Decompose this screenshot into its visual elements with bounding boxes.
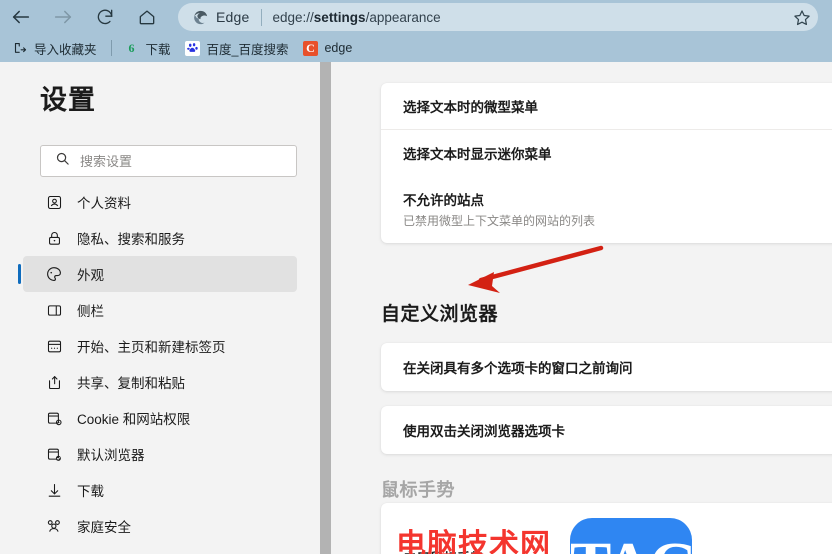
- sidebar-item-appearance[interactable]: 外观: [18, 256, 297, 292]
- sidebar-item-label: 隐私、搜索和服务: [77, 232, 185, 247]
- c-square-icon: C: [302, 40, 318, 56]
- search-input[interactable]: [80, 153, 270, 169]
- bookmark-baidu[interactable]: 百度_百度搜索: [179, 37, 295, 59]
- page-title: 设置: [40, 85, 96, 115]
- download-badge-number: 6: [128, 40, 135, 55]
- sidebar-item-sidebar[interactable]: 侧栏: [23, 292, 297, 328]
- settings-sidebar: 设置 搜索设置 个人资料 隐私、搜索和服务 外观 侧栏 开始、主页和新建标签页 …: [0, 62, 320, 554]
- back-button[interactable]: [0, 0, 42, 34]
- bookmark-label: edge: [324, 41, 353, 55]
- baidu-icon: [185, 40, 201, 56]
- address-separator: [260, 8, 262, 26]
- card-double-click-close-tab: 使用双击关闭浏览器选项卡: [381, 406, 832, 454]
- bookmark-label: 百度_百度搜索: [206, 42, 289, 57]
- bookmark-edge[interactable]: C edge: [296, 37, 358, 59]
- sidebar-item-label: 侧栏: [77, 304, 104, 319]
- edge-logo-icon: [192, 9, 209, 26]
- sidebar-item-cookies-site-permissions[interactable]: Cookie 和网站权限: [23, 400, 297, 436]
- sidebar-item-label: 家庭安全: [77, 520, 131, 535]
- address-url-text: edge://settings/appearance: [272, 9, 441, 25]
- sidebar-item-label: 个人资料: [77, 196, 131, 211]
- bookmarks-divider: [110, 40, 112, 56]
- row-show-mini-menu-on-select[interactable]: 选择文本时显示迷你菜单: [381, 130, 832, 176]
- refresh-icon: [95, 7, 115, 27]
- row-title: 启用鼠标手势: [403, 547, 484, 554]
- settings-nav-list: 个人资料 隐私、搜索和服务 外观 侧栏 开始、主页和新建标签页 共享、复制和粘贴…: [0, 184, 320, 554]
- row-double-click-close-tab[interactable]: 使用双击关闭浏览器选项卡: [381, 406, 832, 454]
- family-safety-icon: [44, 516, 64, 536]
- search-icon: [55, 151, 70, 171]
- sidebar-item-privacy-search-services[interactable]: 隐私、搜索和服务: [23, 220, 297, 256]
- sidebar-item-label: 开始、主页和新建标签页: [77, 340, 226, 355]
- row-ask-before-closing-window[interactable]: 在关闭具有多个选项卡的窗口之前询问: [381, 343, 832, 391]
- bookmark-label: 导入收藏夹: [34, 42, 97, 57]
- sidebar-item-downloads[interactable]: 下载: [23, 472, 297, 508]
- share-icon: [44, 372, 64, 392]
- forward-arrow-icon: [52, 6, 74, 28]
- browser-window: Edge edge://settings/appearance 导入收藏夹 6 …: [0, 0, 832, 554]
- bookmark-download[interactable]: 6 下载: [118, 37, 177, 59]
- row-title: 在关闭具有多个选项卡的窗口之前询问: [403, 361, 633, 376]
- row-title: 不允许的站点: [403, 193, 484, 208]
- cookie-settings-icon: [44, 408, 64, 428]
- search-settings-box[interactable]: [40, 145, 297, 177]
- row-title: 使用双击关闭浏览器选项卡: [403, 424, 565, 439]
- back-arrow-icon: [10, 6, 32, 28]
- star-icon: [792, 8, 812, 33]
- row-subtitle: 已禁用微型上下文菜单的网站的列表: [403, 214, 596, 228]
- add-favorite-button[interactable]: [788, 7, 816, 33]
- sidebar-item-label: 外观: [77, 268, 104, 283]
- sidebar-item-label: 下载: [77, 484, 104, 499]
- row-disallowed-sites[interactable]: 不允许的站点 已禁用微型上下文菜单的网站的列表: [381, 176, 832, 243]
- default-browser-icon: [44, 444, 64, 464]
- bookmarks-bar: 导入收藏夹 6 下载 百度_百度搜索 C edge: [0, 34, 832, 62]
- sidebar-item-start-home-newtab[interactable]: 开始、主页和新建标签页: [23, 328, 297, 364]
- download-badge-6-icon: 6: [124, 40, 140, 56]
- lock-icon: [44, 228, 64, 248]
- c-square-glyph: C: [302, 40, 318, 56]
- browser-chrome: Edge edge://settings/appearance 导入收藏夹 6 …: [0, 0, 832, 62]
- home-icon: [137, 7, 157, 27]
- settings-content: 选择文本时的微型菜单 选择文本时显示迷你菜单 不允许的站点 已禁用微型上下文菜单…: [334, 62, 832, 554]
- sidebar-item-languages[interactable]: 语言: [23, 544, 297, 554]
- download-arrow-icon: [44, 480, 64, 500]
- row-mini-menu-on-select[interactable]: 选择文本时的微型菜单: [381, 83, 832, 129]
- bookmark-label: 下载: [145, 42, 171, 57]
- row-title: 选择文本时的微型菜单: [403, 100, 538, 115]
- section-heading-mouse-gestures: 鼠标手势: [381, 480, 455, 500]
- card-ask-before-closing: 在关闭具有多个选项卡的窗口之前询问: [381, 343, 832, 391]
- sidebar-item-profile[interactable]: 个人资料: [23, 184, 297, 220]
- sidebar-item-family-safety[interactable]: 家庭安全: [23, 508, 297, 544]
- sidebar-item-default-browser[interactable]: 默认浏览器: [23, 436, 297, 472]
- import-favorites-icon: [12, 40, 28, 56]
- section-heading-customize-browser: 自定义浏览器: [381, 304, 499, 325]
- sidebar-item-label: 默认浏览器: [77, 448, 145, 463]
- profile-icon: [44, 192, 64, 212]
- baidu-glyph: [185, 40, 201, 56]
- settings-page: 设置 搜索设置 个人资料 隐私、搜索和服务 外观 侧栏 开始、主页和新建标签页 …: [0, 62, 832, 554]
- home-button[interactable]: [126, 0, 168, 34]
- page-scrollbar[interactable]: [320, 62, 334, 554]
- refresh-button[interactable]: [84, 0, 126, 34]
- forward-button[interactable]: [42, 0, 84, 34]
- card-mini-menu: 选择文本时的微型菜单 选择文本时显示迷你菜单 不允许的站点 已禁用微型上下文菜单…: [381, 83, 832, 243]
- scrollbar-thumb[interactable]: [320, 62, 331, 554]
- sidebar-panel-icon: [44, 300, 64, 320]
- card-mouse-gestures: 启用鼠标手势: [381, 503, 832, 554]
- row-enable-mouse-gestures[interactable]: 启用鼠标手势: [381, 503, 832, 554]
- bookmark-import-favorites[interactable]: 导入收藏夹: [6, 37, 103, 59]
- address-brand-label: Edge: [216, 9, 250, 25]
- sidebar-item-share-copy-paste[interactable]: 共享、复制和粘贴: [23, 364, 297, 400]
- row-title: 选择文本时显示迷你菜单: [403, 147, 552, 162]
- sidebar-item-label: 共享、复制和粘贴: [77, 376, 185, 391]
- sidebar-item-label: Cookie 和网站权限: [77, 412, 191, 427]
- address-bar[interactable]: Edge edge://settings/appearance: [178, 3, 818, 31]
- start-home-icon: [44, 336, 64, 356]
- palette-icon: [44, 264, 64, 284]
